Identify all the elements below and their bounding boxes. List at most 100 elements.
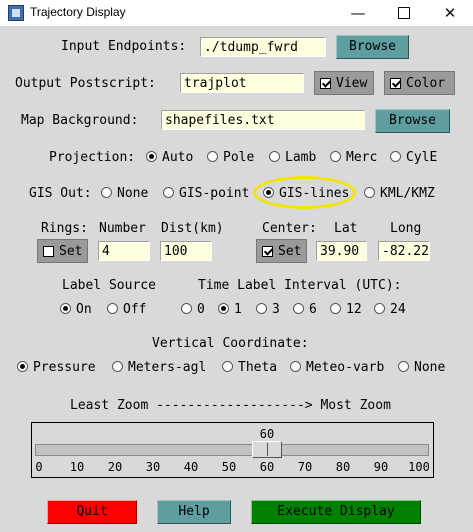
label-source-option-on[interactable]: On bbox=[60, 302, 92, 317]
rings-number-field[interactable]: 4 bbox=[98, 241, 150, 261]
zoom-scale[interactable]: 60 0 10 20 30 40 50 60 70 80 90 100 bbox=[31, 422, 434, 478]
zoom-value-label: 60 bbox=[259, 427, 275, 441]
close-button[interactable]: ✕ bbox=[427, 0, 473, 26]
color-checkbox[interactable] bbox=[390, 77, 401, 89]
time-interval-option-1[interactable]: 1 bbox=[218, 302, 242, 317]
time-interval-option-24[interactable]: 24 bbox=[374, 302, 406, 317]
radio-indicator[interactable] bbox=[222, 361, 233, 372]
radio-indicator[interactable] bbox=[290, 361, 301, 372]
radio-indicator[interactable] bbox=[17, 361, 28, 372]
option-label: CylE bbox=[406, 150, 438, 165]
radio-indicator[interactable] bbox=[163, 187, 174, 198]
center-lat-field[interactable]: 39.90 bbox=[316, 241, 367, 261]
option-label: None bbox=[117, 186, 149, 201]
radio-indicator[interactable] bbox=[60, 303, 71, 314]
center-label: Center: bbox=[262, 221, 317, 236]
radio-indicator[interactable] bbox=[181, 303, 192, 314]
projection-option-auto[interactable]: Auto bbox=[146, 150, 193, 165]
projection-option-merc[interactable]: Merc bbox=[330, 150, 377, 165]
radio-indicator[interactable] bbox=[263, 187, 274, 198]
time-label-interval-label: Time Label Interval (UTC): bbox=[198, 278, 402, 293]
radio-indicator[interactable] bbox=[330, 303, 341, 314]
rings-set-label: Set bbox=[59, 243, 83, 259]
gis-option-none[interactable]: None bbox=[101, 186, 148, 201]
gis-option-kml[interactable]: KML/KMZ bbox=[364, 186, 435, 201]
option-label: 3 bbox=[272, 302, 280, 317]
rings-set-checkbox[interactable] bbox=[43, 245, 54, 257]
color-checkbutton[interactable]: Color bbox=[384, 71, 455, 95]
radio-indicator[interactable] bbox=[146, 151, 157, 162]
radio-indicator[interactable] bbox=[218, 303, 229, 314]
zoom-slider-handle[interactable] bbox=[252, 441, 282, 458]
zoom-tick-label: 30 bbox=[145, 460, 161, 474]
radio-indicator[interactable] bbox=[207, 151, 218, 162]
execute-display-button[interactable]: Execute Display bbox=[251, 500, 421, 524]
color-label: Color bbox=[406, 75, 446, 91]
vertical-option-theta[interactable]: Theta bbox=[222, 360, 277, 375]
rings-dist-field[interactable]: 100 bbox=[160, 241, 212, 261]
projection-option-cyle[interactable]: CylE bbox=[390, 150, 437, 165]
time-interval-option-12[interactable]: 12 bbox=[330, 302, 362, 317]
radio-indicator[interactable] bbox=[112, 361, 123, 372]
rings-label: Rings: bbox=[41, 221, 88, 236]
quit-button[interactable]: Quit bbox=[47, 500, 137, 524]
option-label: Theta bbox=[238, 360, 278, 375]
zoom-tick-label: 10 bbox=[69, 460, 85, 474]
option-label: 12 bbox=[346, 302, 362, 317]
radio-indicator[interactable] bbox=[364, 187, 375, 198]
label-source-label: Label Source bbox=[62, 278, 156, 293]
radio-indicator[interactable] bbox=[374, 303, 385, 314]
radio-indicator[interactable] bbox=[398, 361, 409, 372]
title-bar: Trajectory Display — ✕ bbox=[0, 0, 473, 27]
gis-option-lines[interactable]: GIS-lines bbox=[263, 186, 349, 201]
map-background-browse-button[interactable]: Browse bbox=[375, 109, 450, 133]
radio-indicator[interactable] bbox=[390, 151, 401, 162]
time-interval-option-6[interactable]: 6 bbox=[293, 302, 317, 317]
view-checkbox[interactable] bbox=[320, 77, 331, 89]
vertical-option-none[interactable]: None bbox=[398, 360, 445, 375]
radio-indicator[interactable] bbox=[256, 303, 267, 314]
maximize-button[interactable] bbox=[381, 0, 427, 26]
projection-option-lamb[interactable]: Lamb bbox=[269, 150, 316, 165]
radio-indicator[interactable] bbox=[293, 303, 304, 314]
projection-label: Projection: bbox=[49, 150, 136, 165]
option-label: GIS-lines bbox=[279, 186, 350, 201]
radio-indicator[interactable] bbox=[330, 151, 341, 162]
option-label: Auto bbox=[162, 150, 194, 165]
map-background-field[interactable]: shapefiles.txt bbox=[161, 110, 365, 130]
zoom-tick-label: 0 bbox=[35, 460, 43, 474]
time-interval-option-3[interactable]: 3 bbox=[256, 302, 280, 317]
app-icon bbox=[8, 5, 24, 21]
rings-set-checkbutton[interactable]: Set bbox=[37, 239, 88, 263]
vertical-option-pressure[interactable]: Pressure bbox=[17, 360, 96, 375]
input-endpoints-browse-button[interactable]: Browse bbox=[336, 35, 409, 59]
radio-indicator[interactable] bbox=[107, 303, 118, 314]
gis-option-point[interactable]: GIS-point bbox=[163, 186, 249, 201]
option-label: 1 bbox=[234, 302, 242, 317]
help-button[interactable]: Help bbox=[157, 500, 231, 524]
input-endpoints-field[interactable]: ./tdump_fwrd bbox=[200, 37, 326, 57]
option-label: GIS-point bbox=[179, 186, 250, 201]
input-endpoints-label: Input Endpoints: bbox=[61, 39, 187, 54]
zoom-tick-label: 70 bbox=[297, 460, 313, 474]
center-long-field[interactable]: -82.22 bbox=[378, 241, 430, 261]
time-interval-option-0[interactable]: 0 bbox=[181, 302, 205, 317]
view-checkbutton[interactable]: View bbox=[314, 71, 374, 95]
output-postscript-field[interactable]: trajplot bbox=[180, 73, 304, 93]
center-set-label: Set bbox=[278, 243, 302, 259]
option-label: On bbox=[76, 302, 92, 317]
vertical-option-meteo-varb[interactable]: Meteo-varb bbox=[290, 360, 384, 375]
zoom-tick-label: 60 bbox=[259, 460, 275, 474]
label-source-option-off[interactable]: Off bbox=[107, 302, 146, 317]
minimize-icon: — bbox=[350, 4, 366, 22]
view-label: View bbox=[336, 75, 368, 91]
vertical-option-meters-agl[interactable]: Meters-agl bbox=[112, 360, 206, 375]
projection-option-pole[interactable]: Pole bbox=[207, 150, 254, 165]
center-set-checkbox[interactable] bbox=[262, 245, 273, 257]
minimize-button[interactable]: — bbox=[335, 0, 381, 26]
radio-indicator[interactable] bbox=[269, 151, 280, 162]
zoom-trough[interactable] bbox=[35, 444, 429, 456]
radio-indicator[interactable] bbox=[101, 187, 112, 198]
zoom-tick-label: 50 bbox=[221, 460, 237, 474]
center-set-checkbutton[interactable]: Set bbox=[256, 239, 307, 263]
